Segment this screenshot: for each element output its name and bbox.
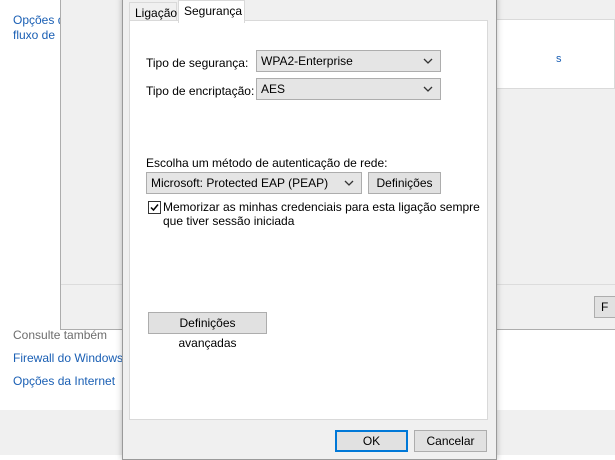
details-link[interactable]: s — [556, 53, 562, 65]
checkmark-icon — [150, 204, 159, 212]
remember-credentials-label-line2[interactable]: que tiver sessão iniciada — [163, 214, 294, 228]
middle-dialog-button[interactable]: F — [594, 296, 615, 318]
auth-method-select[interactable]: Microsoft: Protected EAP (PEAP) — [146, 172, 362, 194]
sidebar-link-options[interactable]: Opções d — [13, 13, 64, 27]
auth-settings-button[interactable]: Definições — [368, 172, 441, 194]
security-tab-panel: Tipo de segurança: WPA2-Enterprise Tipo … — [129, 20, 488, 420]
remember-credentials-checkbox[interactable] — [148, 201, 161, 214]
see-also-heading: Consulte também — [13, 328, 108, 342]
chevron-down-icon — [344, 180, 354, 186]
security-type-label: Tipo de segurança: — [146, 56, 249, 70]
ok-button[interactable]: OK — [335, 430, 408, 452]
advanced-settings-button[interactable]: Definições avançadas — [148, 312, 267, 350]
chevron-down-icon — [423, 58, 433, 64]
tab-security[interactable]: Segurança — [178, 0, 245, 23]
auth-method-label: Escolha um método de autenticação de red… — [146, 156, 388, 170]
encryption-type-label: Tipo de encriptação: — [146, 84, 255, 98]
cancel-button[interactable]: Cancelar — [414, 430, 487, 452]
tab-connection[interactable]: Ligação — [129, 2, 177, 21]
auth-method-value: Microsoft: Protected EAP (PEAP) — [151, 176, 329, 190]
encryption-type-select[interactable]: AES — [256, 78, 441, 100]
remember-credentials-label-line1[interactable]: Memorizar as minhas credenciais para est… — [163, 200, 480, 214]
internet-options-link[interactable]: Opções da Internet — [13, 374, 115, 388]
sidebar-link-flow[interactable]: fluxo de — [13, 28, 55, 42]
firewall-link[interactable]: Firewall do Windows — [13, 351, 123, 365]
security-type-value: WPA2-Enterprise — [261, 54, 353, 68]
encryption-type-value: AES — [261, 82, 286, 96]
chevron-down-icon — [423, 86, 433, 92]
security-type-select[interactable]: WPA2-Enterprise — [256, 50, 441, 72]
wireless-properties-dialog: Ligação Segurança Tipo de segurança: WPA… — [122, 0, 497, 460]
details-panel: s — [491, 19, 615, 89]
